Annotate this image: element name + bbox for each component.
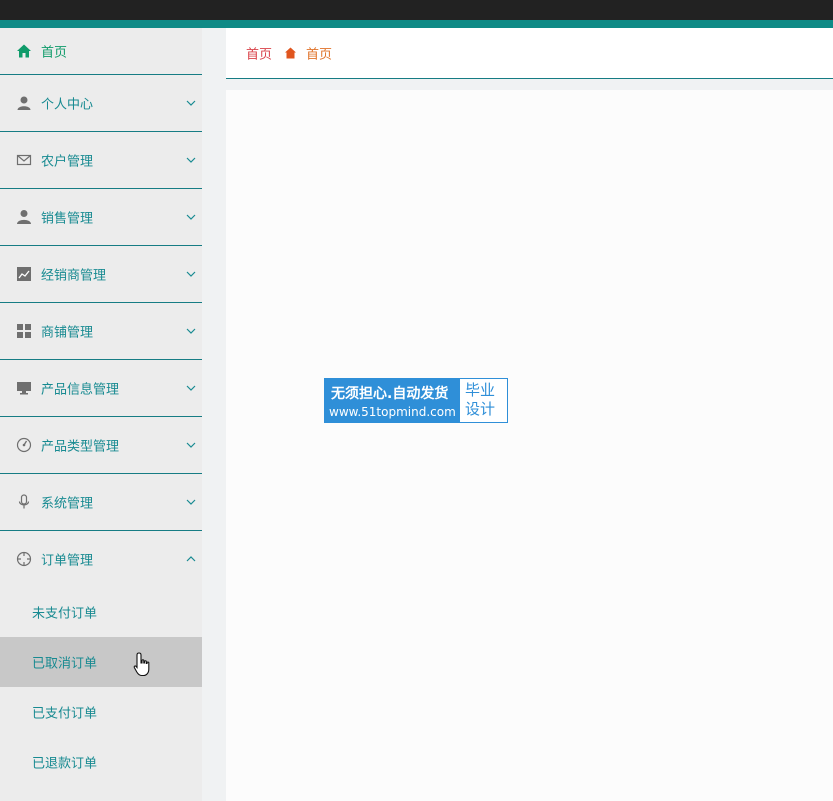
chevron-down-icon bbox=[186, 214, 196, 220]
sidebar-item-shop-management[interactable]: 商铺管理 bbox=[0, 303, 202, 360]
user-icon bbox=[17, 96, 31, 110]
accent-bar bbox=[0, 20, 833, 28]
submenu-item-label: 已退款订单 bbox=[32, 756, 98, 772]
home-icon bbox=[285, 47, 296, 59]
submenu-item-paid-orders[interactable]: 已支付订单 bbox=[0, 687, 202, 737]
order-submenu: 未支付订单 已取消订单 已支付订单 已退款订单 bbox=[0, 587, 202, 787]
sidebar-item-home[interactable]: 首页 bbox=[0, 28, 202, 75]
sidebar-item-label: 系统管理 bbox=[41, 496, 94, 512]
chevron-down-icon bbox=[186, 499, 196, 505]
sidebar-item-label: 产品信息管理 bbox=[41, 382, 120, 398]
microphone-icon bbox=[18, 494, 30, 509]
grid-icon bbox=[17, 324, 31, 338]
watermark-right-top: 毕业 bbox=[465, 381, 496, 399]
sidebar-item-personal-center[interactable]: 个人中心 bbox=[0, 75, 202, 132]
watermark-slogan: 无须担心.自动发货 bbox=[331, 386, 449, 402]
mail-icon bbox=[16, 154, 32, 166]
chevron-up-icon bbox=[186, 556, 196, 562]
sidebar-item-order-management[interactable]: 订单管理 bbox=[0, 531, 202, 587]
sidebar-item-label: 首页 bbox=[41, 45, 68, 61]
watermark-right: 毕业 设计 bbox=[465, 381, 495, 419]
hand-cursor-icon bbox=[133, 652, 150, 677]
sidebar: 首页 个人中心 农户管理 销售管理 经销商管理 商铺管理 产品信息管理 产品类型… bbox=[0, 28, 202, 801]
sidebar-item-label: 销售管理 bbox=[41, 211, 94, 227]
chevron-down-icon bbox=[186, 271, 196, 277]
top-bar bbox=[0, 0, 833, 20]
watermark-logo: 无须担心.自动发货 www.51topmind.com 毕业 设计 bbox=[324, 378, 508, 423]
chevron-down-icon bbox=[186, 385, 196, 391]
submenu-item-unpaid-orders[interactable]: 未支付订单 bbox=[0, 587, 202, 637]
sidebar-item-label: 订单管理 bbox=[41, 553, 94, 569]
breadcrumb-current: 首页 bbox=[306, 47, 333, 63]
chevron-down-icon bbox=[186, 100, 196, 106]
crosshair-icon bbox=[16, 551, 32, 567]
chevron-down-icon bbox=[186, 157, 196, 163]
submenu-item-label: 已取消订单 bbox=[32, 656, 98, 672]
monitor-icon bbox=[17, 382, 31, 395]
breadcrumb-link-home[interactable]: 首页 bbox=[246, 44, 272, 63]
sidebar-item-product-type-management[interactable]: 产品类型管理 bbox=[0, 417, 202, 474]
submenu-item-label: 已支付订单 bbox=[32, 706, 98, 722]
submenu-item-label: 未支付订单 bbox=[32, 606, 98, 622]
chart-icon bbox=[17, 267, 31, 281]
chevron-down-icon bbox=[186, 328, 196, 334]
sidebar-item-system-management[interactable]: 系统管理 bbox=[0, 474, 202, 531]
sidebar-item-sales-management[interactable]: 销售管理 bbox=[0, 189, 202, 246]
breadcrumb: 首页 首页 bbox=[226, 28, 833, 79]
sidebar-item-label: 产品类型管理 bbox=[41, 439, 120, 455]
submenu-item-cancelled-orders[interactable]: 已取消订单 bbox=[0, 637, 202, 687]
sidebar-item-label: 农户管理 bbox=[41, 154, 94, 170]
content-panel bbox=[226, 90, 833, 801]
watermark-right-bottom: 设计 bbox=[465, 400, 496, 418]
sidebar-item-product-info-management[interactable]: 产品信息管理 bbox=[0, 360, 202, 417]
sidebar-item-label: 个人中心 bbox=[41, 97, 94, 113]
sidebar-item-farmer-management[interactable]: 农户管理 bbox=[0, 132, 202, 189]
sidebar-item-label: 商铺管理 bbox=[41, 325, 94, 341]
main-area: 首页 首页 bbox=[202, 28, 833, 801]
chevron-down-icon bbox=[186, 442, 196, 448]
sidebar-item-dealer-management[interactable]: 经销商管理 bbox=[0, 246, 202, 303]
submenu-item-refunded-orders[interactable]: 已退款订单 bbox=[0, 737, 202, 787]
sidebar-item-label: 经销商管理 bbox=[41, 268, 107, 284]
person-icon bbox=[17, 210, 31, 224]
home-icon bbox=[17, 44, 31, 58]
gauge-icon bbox=[16, 437, 32, 453]
watermark-url: www.51topmind.com bbox=[329, 405, 456, 419]
watermark-left: 无须担心.自动发货 www.51topmind.com bbox=[325, 379, 460, 422]
